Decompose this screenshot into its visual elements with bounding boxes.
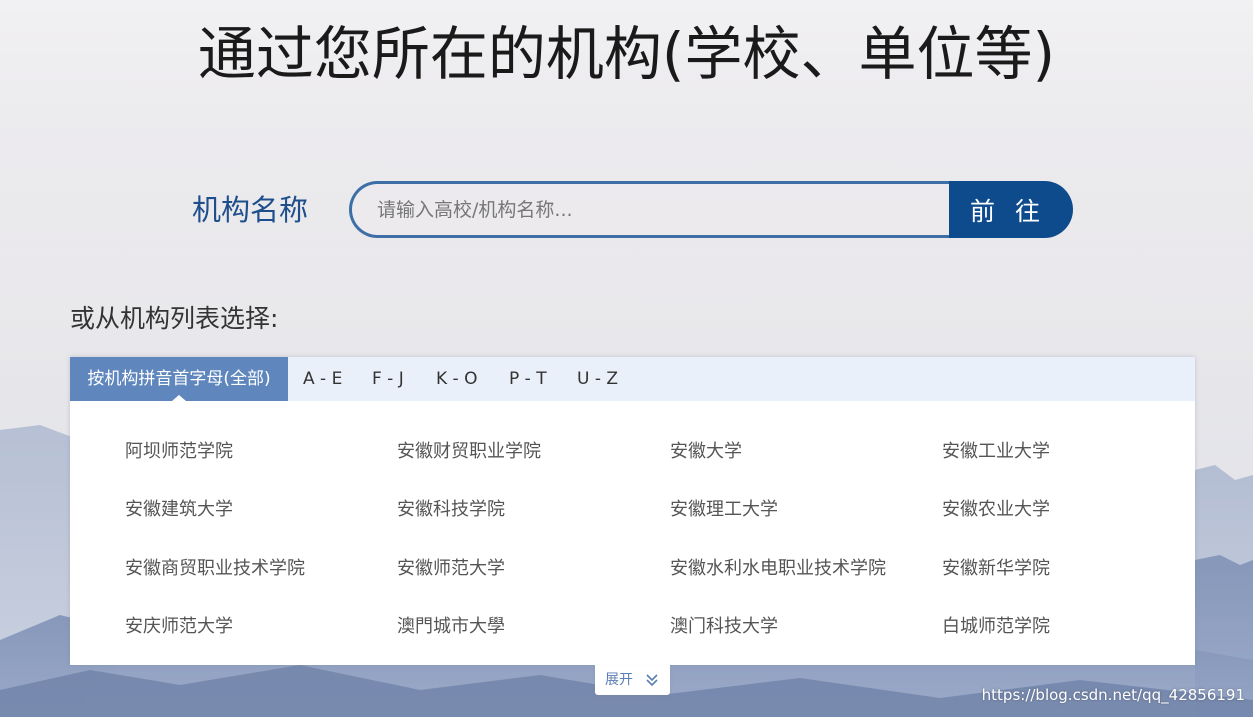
tab-a-e[interactable]: A - E xyxy=(303,357,342,401)
institution-name-label: 机构名称 xyxy=(192,193,309,227)
tab-all[interactable]: 按机构拼音首字母(全部) xyxy=(70,357,288,401)
institution-link[interactable]: 安徽水利水电职业技术学院 xyxy=(670,556,886,582)
institution-link[interactable]: 安徽师范大学 xyxy=(397,556,505,582)
institution-link[interactable]: 澳門城市大學 xyxy=(397,614,505,640)
institution-search-input[interactable] xyxy=(349,181,949,238)
list-hint: 或从机构列表选择: xyxy=(70,304,279,333)
tab-k-o[interactable]: K - O xyxy=(436,357,477,401)
institution-link[interactable]: 安徽建筑大学 xyxy=(125,497,233,523)
tab-p-t[interactable]: P - T xyxy=(509,357,547,401)
expand-label: 展开 xyxy=(605,672,633,688)
expand-button[interactable]: 展开 xyxy=(595,665,670,695)
institution-link[interactable]: 安徽大学 xyxy=(670,439,742,465)
institution-link[interactable]: 安徽农业大学 xyxy=(942,497,1050,523)
institution-link[interactable]: 安徽财贸职业学院 xyxy=(397,439,541,465)
institution-link[interactable]: 安徽科技学院 xyxy=(397,497,505,523)
tab-u-z[interactable]: U - Z xyxy=(577,357,618,401)
page-title: 通过您所在的机构(学校、单位等) xyxy=(197,20,1056,88)
double-chevron-down-icon xyxy=(646,674,658,687)
go-button[interactable]: 前 往 xyxy=(949,181,1073,238)
search-box: 前 往 xyxy=(349,181,1073,238)
institution-link[interactable]: 安徽新华学院 xyxy=(942,556,1050,582)
institution-link[interactable]: 澳门科技大学 xyxy=(670,614,778,640)
institution-list-panel: 按机构拼音首字母(全部) A - E F - J K - O P - T U -… xyxy=(70,357,1195,665)
institution-link[interactable]: 白城师范学院 xyxy=(942,614,1050,640)
institution-link[interactable]: 安庆师范大学 xyxy=(125,614,233,640)
institution-link[interactable]: 安徽理工大学 xyxy=(670,497,778,523)
watermark: https://blog.csdn.net/qq_42856191 xyxy=(981,686,1245,704)
tab-f-j[interactable]: F - J xyxy=(372,357,404,401)
institution-link[interactable]: 安徽工业大学 xyxy=(942,439,1050,465)
letter-tabs: 按机构拼音首字母(全部) A - E F - J K - O P - T U -… xyxy=(70,357,1195,401)
institution-link[interactable]: 阿坝师范学院 xyxy=(125,439,233,465)
institution-link[interactable]: 安徽商贸职业技术学院 xyxy=(125,556,305,582)
